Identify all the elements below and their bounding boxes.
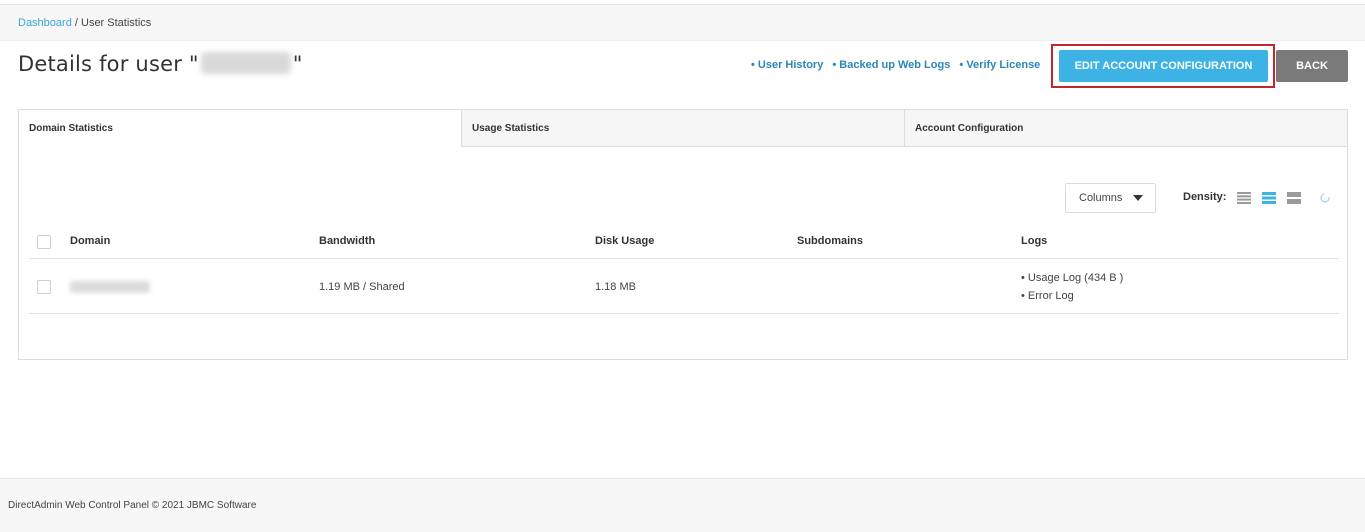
breadcrumb-current: User Statistics xyxy=(81,17,152,29)
header-links: • User History • Backed up Web Logs • Ve… xyxy=(751,59,1046,71)
page-title-prefix: Details for user " xyxy=(18,52,199,76)
statistics-panel: Domain Statistics Usage Statistics Accou… xyxy=(18,109,1348,360)
bandwidth-cell: 1.19 MB / Shared xyxy=(319,281,405,293)
header-domain[interactable]: Domain xyxy=(70,235,110,247)
tab-domain-statistics[interactable]: Domain Statistics xyxy=(19,110,461,147)
disk-usage-cell: 1.18 MB xyxy=(595,281,636,293)
header-subdomains[interactable]: Subdomains xyxy=(797,235,863,247)
table-header-row: Domain Bandwidth Disk Usage Subdomains L… xyxy=(29,225,1339,259)
tab-account-configuration[interactable]: Account Configuration xyxy=(904,110,1347,147)
redacted-domain xyxy=(70,281,150,293)
page-title-suffix: " xyxy=(292,52,303,76)
columns-label: Columns xyxy=(1079,192,1123,204)
caret-down-icon xyxy=(1133,195,1143,201)
tab-bar: Domain Statistics Usage Statistics Accou… xyxy=(19,110,1347,147)
refresh-icon[interactable] xyxy=(1319,192,1331,204)
select-all-checkbox[interactable] xyxy=(37,235,51,249)
breadcrumb: Dashboard / User Statistics xyxy=(0,5,1365,41)
breadcrumb-dashboard-link[interactable]: Dashboard xyxy=(18,17,72,29)
domain-cell[interactable] xyxy=(70,281,150,296)
table-row: 1.19 MB / Shared 1.18 MB • Usage Log (43… xyxy=(29,260,1339,314)
tab-usage-statistics[interactable]: Usage Statistics xyxy=(461,110,904,147)
edit-account-configuration-button[interactable]: EDIT ACCOUNT CONFIGURATION xyxy=(1059,50,1268,82)
header-disk-usage[interactable]: Disk Usage xyxy=(595,235,654,247)
density-compact-icon[interactable] xyxy=(1237,192,1251,204)
usage-log-link[interactable]: • Usage Log (434 B ) xyxy=(1021,269,1123,287)
error-log-link[interactable]: • Error Log xyxy=(1021,287,1123,305)
logs-cell: • Usage Log (434 B ) • Error Log xyxy=(1021,269,1123,305)
density-comfortable-icon[interactable] xyxy=(1287,192,1301,204)
user-history-link[interactable]: • User History xyxy=(751,59,823,71)
back-button[interactable]: BACK xyxy=(1276,50,1348,82)
density-label: Density: xyxy=(1183,191,1227,203)
redacted-username xyxy=(200,52,291,74)
header-logs[interactable]: Logs xyxy=(1021,235,1047,247)
breadcrumb-separator: / xyxy=(71,17,81,29)
footer: DirectAdmin Web Control Panel © 2021 JBM… xyxy=(0,478,1365,532)
row-checkbox[interactable] xyxy=(37,280,51,294)
backed-up-web-logs-link[interactable]: • Backed up Web Logs xyxy=(832,59,950,71)
columns-dropdown[interactable]: Columns xyxy=(1065,183,1156,213)
header-bandwidth[interactable]: Bandwidth xyxy=(319,235,375,247)
density-standard-icon[interactable] xyxy=(1262,192,1276,204)
verify-license-link[interactable]: • Verify License xyxy=(959,59,1040,71)
page-title: Details for user " " xyxy=(18,52,303,76)
